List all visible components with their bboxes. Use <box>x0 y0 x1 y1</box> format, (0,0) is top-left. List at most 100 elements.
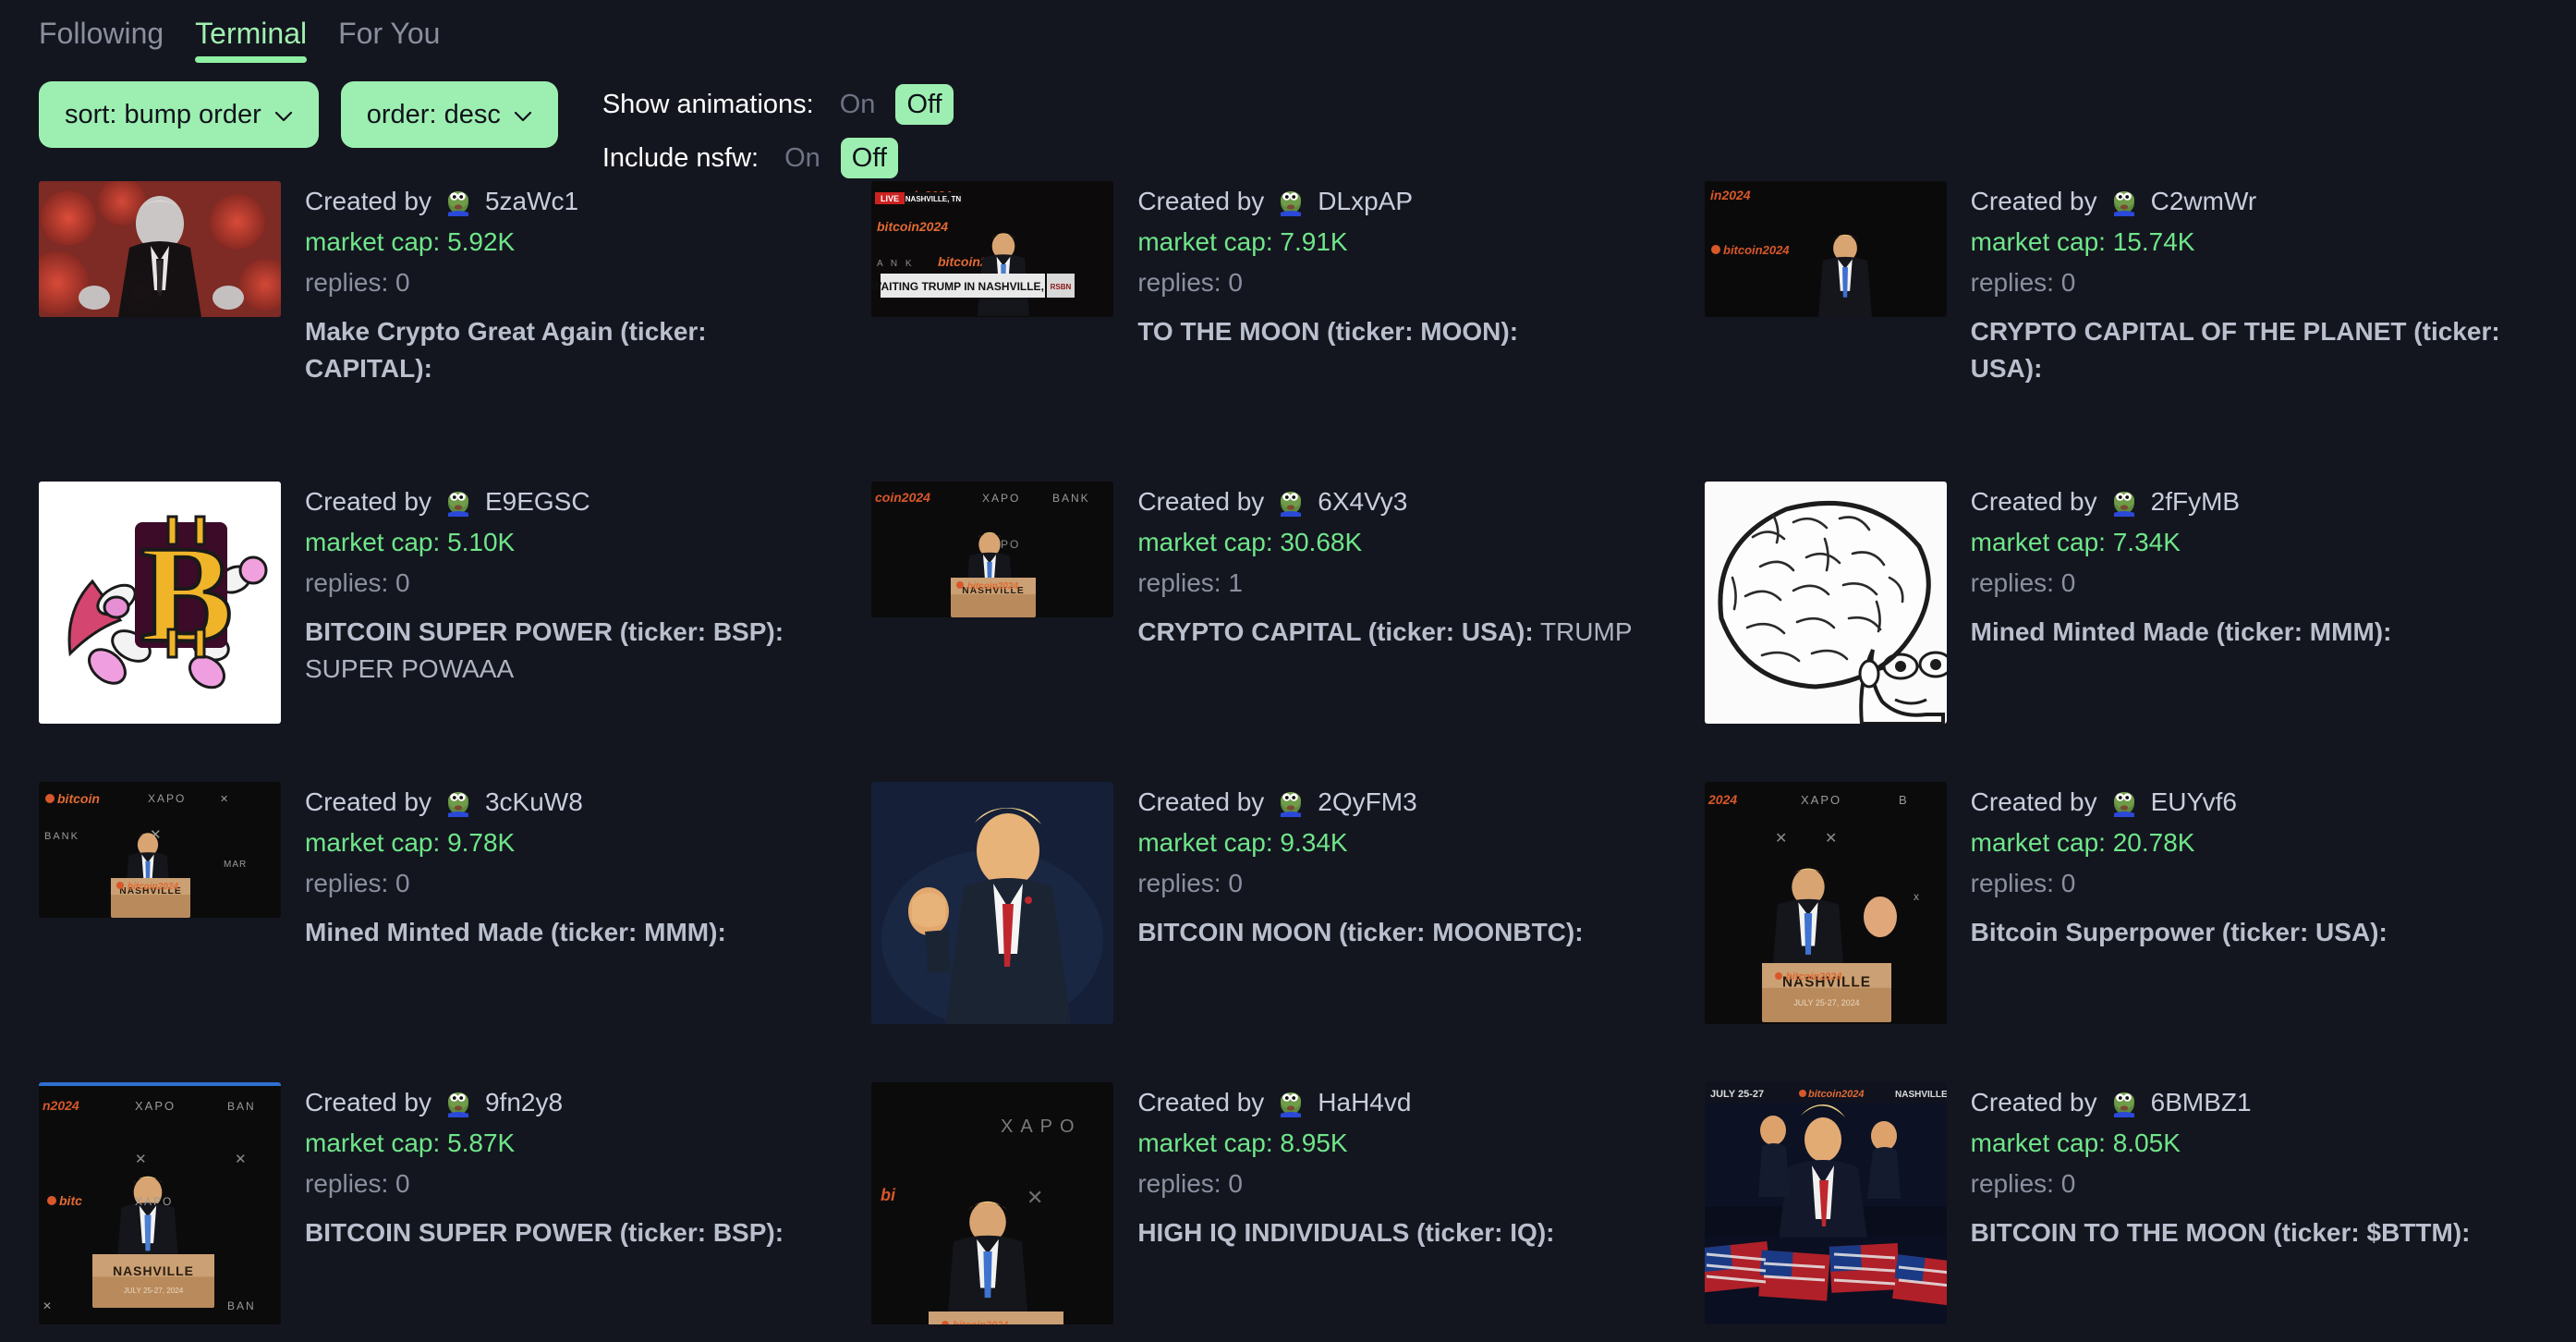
svg-text:B: B <box>1899 793 1907 807</box>
creator-handle[interactable]: 5zaWc1 <box>485 185 578 217</box>
coin-description: TRUMP <box>1533 617 1633 646</box>
coin-card-body: Created by C2wmWr market cap: 15.74K replie… <box>1971 181 2500 387</box>
created-by-label: Created by <box>305 787 431 816</box>
market-cap-line: market cap: 7.91K <box>1137 226 1667 258</box>
coin-thumbnail[interactable]: bitcoin XAPO ✕ BANK ✕ MAR NASHVILLE bitcoin2024 <box>39 782 281 918</box>
coin-card-body: Created by 6X4Vy3 market cap: 30.68K replie… <box>1137 482 1667 651</box>
created-by-label: Created by <box>1970 1088 2097 1116</box>
creator-handle[interactable]: 3cKuW8 <box>485 786 583 818</box>
coin-thumbnail[interactable]: in2024bitcoin2024A N Kbitcoin2024LIVENAS… <box>871 181 1114 317</box>
coin-thumbnail[interactable]: coin2024 XAPO BANK XAPO NASHVILLE bitcoin2024 <box>871 482 1114 617</box>
coin-title: TO THE MOON (ticker: MOON): <box>1137 317 1519 346</box>
coin-card[interactable]: coin2024 XAPO BANK XAPO NASHVILLE bitcoin2024… <box>871 482 1704 782</box>
market-cap-value: 8.95K <box>1280 1128 1348 1157</box>
include-nsfw-label: Include nsfw: <box>601 142 759 173</box>
show-animations-on[interactable]: On <box>829 84 887 125</box>
market-cap-value: 9.34K <box>1280 828 1348 857</box>
sort-dropdown[interactable]: sort: bump order <box>39 81 319 148</box>
svg-text:bitcoin2024: bitcoin2024 <box>953 1320 1009 1324</box>
show-animations-off[interactable]: Off <box>895 84 954 125</box>
svg-text:XAPO: XAPO <box>135 1099 176 1113</box>
coin-card[interactable]: Created by 2fFyMB market cap: 7.34K replies… <box>1704 482 2537 782</box>
coin-card[interactable]: in2024 bitcoin2024 Created by C2wmWr market … <box>1704 181 2537 482</box>
coin-card[interactable]: 2024 XAPO B ✕ ✕ x NASHVILLE JULY 25-27, 2024 bit… <box>1704 782 2537 1082</box>
coin-thumbnail[interactable] <box>1704 482 1947 724</box>
created-by-label: Created by <box>1970 187 2097 215</box>
coin-card[interactable]: Created by 5zaWc1 market cap: 5.92K replies… <box>39 181 871 482</box>
market-cap-value: 20.78K <box>2112 828 2195 857</box>
replies-line: replies: 0 <box>305 1167 834 1200</box>
svg-text:✕: ✕ <box>43 1299 54 1312</box>
coin-title-line: Make Crypto Great Again (ticker: CAPITAL… <box>305 313 834 387</box>
coin-title-line: Mined Minted Made (ticker: MMM): <box>1971 614 2500 651</box>
creator-handle[interactable]: C2wmWr <box>2151 185 2257 217</box>
pepe-avatar-icon <box>2110 189 2138 216</box>
include-nsfw-off[interactable]: Off <box>840 138 898 178</box>
svg-text:✕: ✕ <box>1027 1186 1043 1209</box>
creator-handle[interactable]: 6X4Vy3 <box>1318 485 1407 518</box>
creator-handle[interactable]: DLxpAP <box>1318 185 1413 217</box>
coin-card[interactable]: B Created by E9EGSC market cap: 5.10K replie… <box>39 482 871 782</box>
creator-handle[interactable]: E9EGSC <box>485 485 590 518</box>
market-cap-line: market cap: 20.78K <box>1971 826 2500 859</box>
svg-text:x: x <box>1914 890 1919 903</box>
svg-text:bitcoin2024: bitcoin2024 <box>1786 971 1842 982</box>
created-by-line: Created by EUYvf6 <box>1971 786 2500 818</box>
coin-card[interactable]: JULY 25-27 bitcoin2024 NASHVILLE Created by… <box>1704 1082 2537 1342</box>
coin-title: HIGH IQ INDIVIDUALS (ticker: IQ): <box>1137 1218 1555 1247</box>
tab-for-you[interactable]: For You <box>336 7 442 67</box>
coin-card[interactable]: n2024 XAPO BAN ✕ ✕ bitc XAPO NASHVILLE JULY 25-2… <box>39 1082 871 1342</box>
created-by-label: Created by <box>1137 787 1265 816</box>
created-by-label: Created by <box>305 187 431 215</box>
controls-bar: sort: bump order order: desc Show animat… <box>0 72 2576 178</box>
tab-following[interactable]: Following <box>37 7 165 67</box>
coin-card[interactable]: XAPObi✕NASHVILLEJULY 25-27, 2024bitcoin2… <box>871 1082 1704 1342</box>
market-cap-value: 5.92K <box>447 227 516 256</box>
coin-thumbnail[interactable]: 2024 XAPO B ✕ ✕ x NASHVILLE JULY 25-27, 2024 bit… <box>1704 782 1947 1024</box>
market-cap-line: market cap: 15.74K <box>1971 226 2500 258</box>
replies-count: 0 <box>2060 869 2076 897</box>
svg-text:bitcoin2024: bitcoin2024 <box>128 882 178 892</box>
coin-thumbnail[interactable]: in2024 bitcoin2024 <box>1704 181 1947 317</box>
creator-handle[interactable]: EUYvf6 <box>2151 786 2237 818</box>
replies-label: replies: <box>1970 568 2054 597</box>
coin-card[interactable]: bitcoin XAPO ✕ BANK ✕ MAR NASHVILLE bitcoin2024… <box>39 782 871 1082</box>
coin-thumbnail[interactable] <box>871 782 1114 1024</box>
order-dropdown[interactable]: order: desc <box>340 81 558 148</box>
creator-handle[interactable]: 2QyFM3 <box>1318 786 1416 818</box>
market-cap-value: 5.10K <box>447 528 516 556</box>
coin-thumbnail[interactable]: JULY 25-27 bitcoin2024 NASHVILLE <box>1704 1082 1947 1324</box>
coin-thumbnail[interactable]: n2024 XAPO BAN ✕ ✕ bitc XAPO NASHVILLE JULY 25-2… <box>39 1082 281 1324</box>
coin-title: Mined Minted Made (ticker: MMM): <box>1970 617 2392 646</box>
replies-count: 0 <box>395 568 410 597</box>
coin-title: BITCOIN TO THE MOON (ticker: $BTTM): <box>1970 1218 2471 1247</box>
creator-handle[interactable]: 9fn2y8 <box>485 1086 563 1118</box>
coin-title-line: BITCOIN MOON (ticker: MOONBTC): <box>1137 914 1667 951</box>
svg-text:BANK: BANK <box>1052 492 1090 505</box>
svg-text:B: B <box>140 518 233 671</box>
coin-title: CRYPTO CAPITAL OF THE PLANET (ticker: US… <box>1970 317 2500 383</box>
svg-text:RSBN: RSBN <box>1051 283 1072 291</box>
created-by-label: Created by <box>1970 487 2097 516</box>
coin-title-line: TO THE MOON (ticker: MOON): <box>1137 313 1667 350</box>
creator-handle[interactable]: HaH4vd <box>1318 1086 1411 1118</box>
coin-card[interactable]: Created by 2QyFM3 market cap: 9.34K replies… <box>871 782 1704 1082</box>
coin-thumbnail[interactable]: XAPObi✕NASHVILLEJULY 25-27, 2024bitcoin2… <box>871 1082 1114 1324</box>
coin-card[interactable]: in2024bitcoin2024A N Kbitcoin2024LIVENAS… <box>871 181 1704 482</box>
include-nsfw-on[interactable]: On <box>773 138 832 178</box>
svg-text:JULY 25-27, 2024: JULY 25-27, 2024 <box>124 1287 184 1295</box>
coin-thumbnail[interactable]: B <box>39 482 281 724</box>
terminal-feed-page: Following Terminal For You sort: bump or… <box>0 0 2576 1342</box>
creator-handle[interactable]: 6BMBZ1 <box>2151 1086 2252 1118</box>
svg-text:bitcoin2024: bitcoin2024 <box>1808 1089 1865 1100</box>
tab-terminal[interactable]: Terminal <box>193 7 309 67</box>
market-cap-value: 15.74K <box>2112 227 2195 256</box>
created-by-line: Created by C2wmWr <box>1971 185 2500 217</box>
coin-thumbnail[interactable] <box>39 181 281 317</box>
creator-handle[interactable]: 2fFyMB <box>2151 485 2240 518</box>
created-by-line: Created by 2fFyMB <box>1971 485 2500 518</box>
replies-count: 1 <box>1228 568 1243 597</box>
replies-count: 0 <box>395 869 410 897</box>
coin-title-line: BITCOIN SUPER POWER (ticker: BSP): SUPER… <box>305 614 834 688</box>
created-by-label: Created by <box>305 487 431 516</box>
